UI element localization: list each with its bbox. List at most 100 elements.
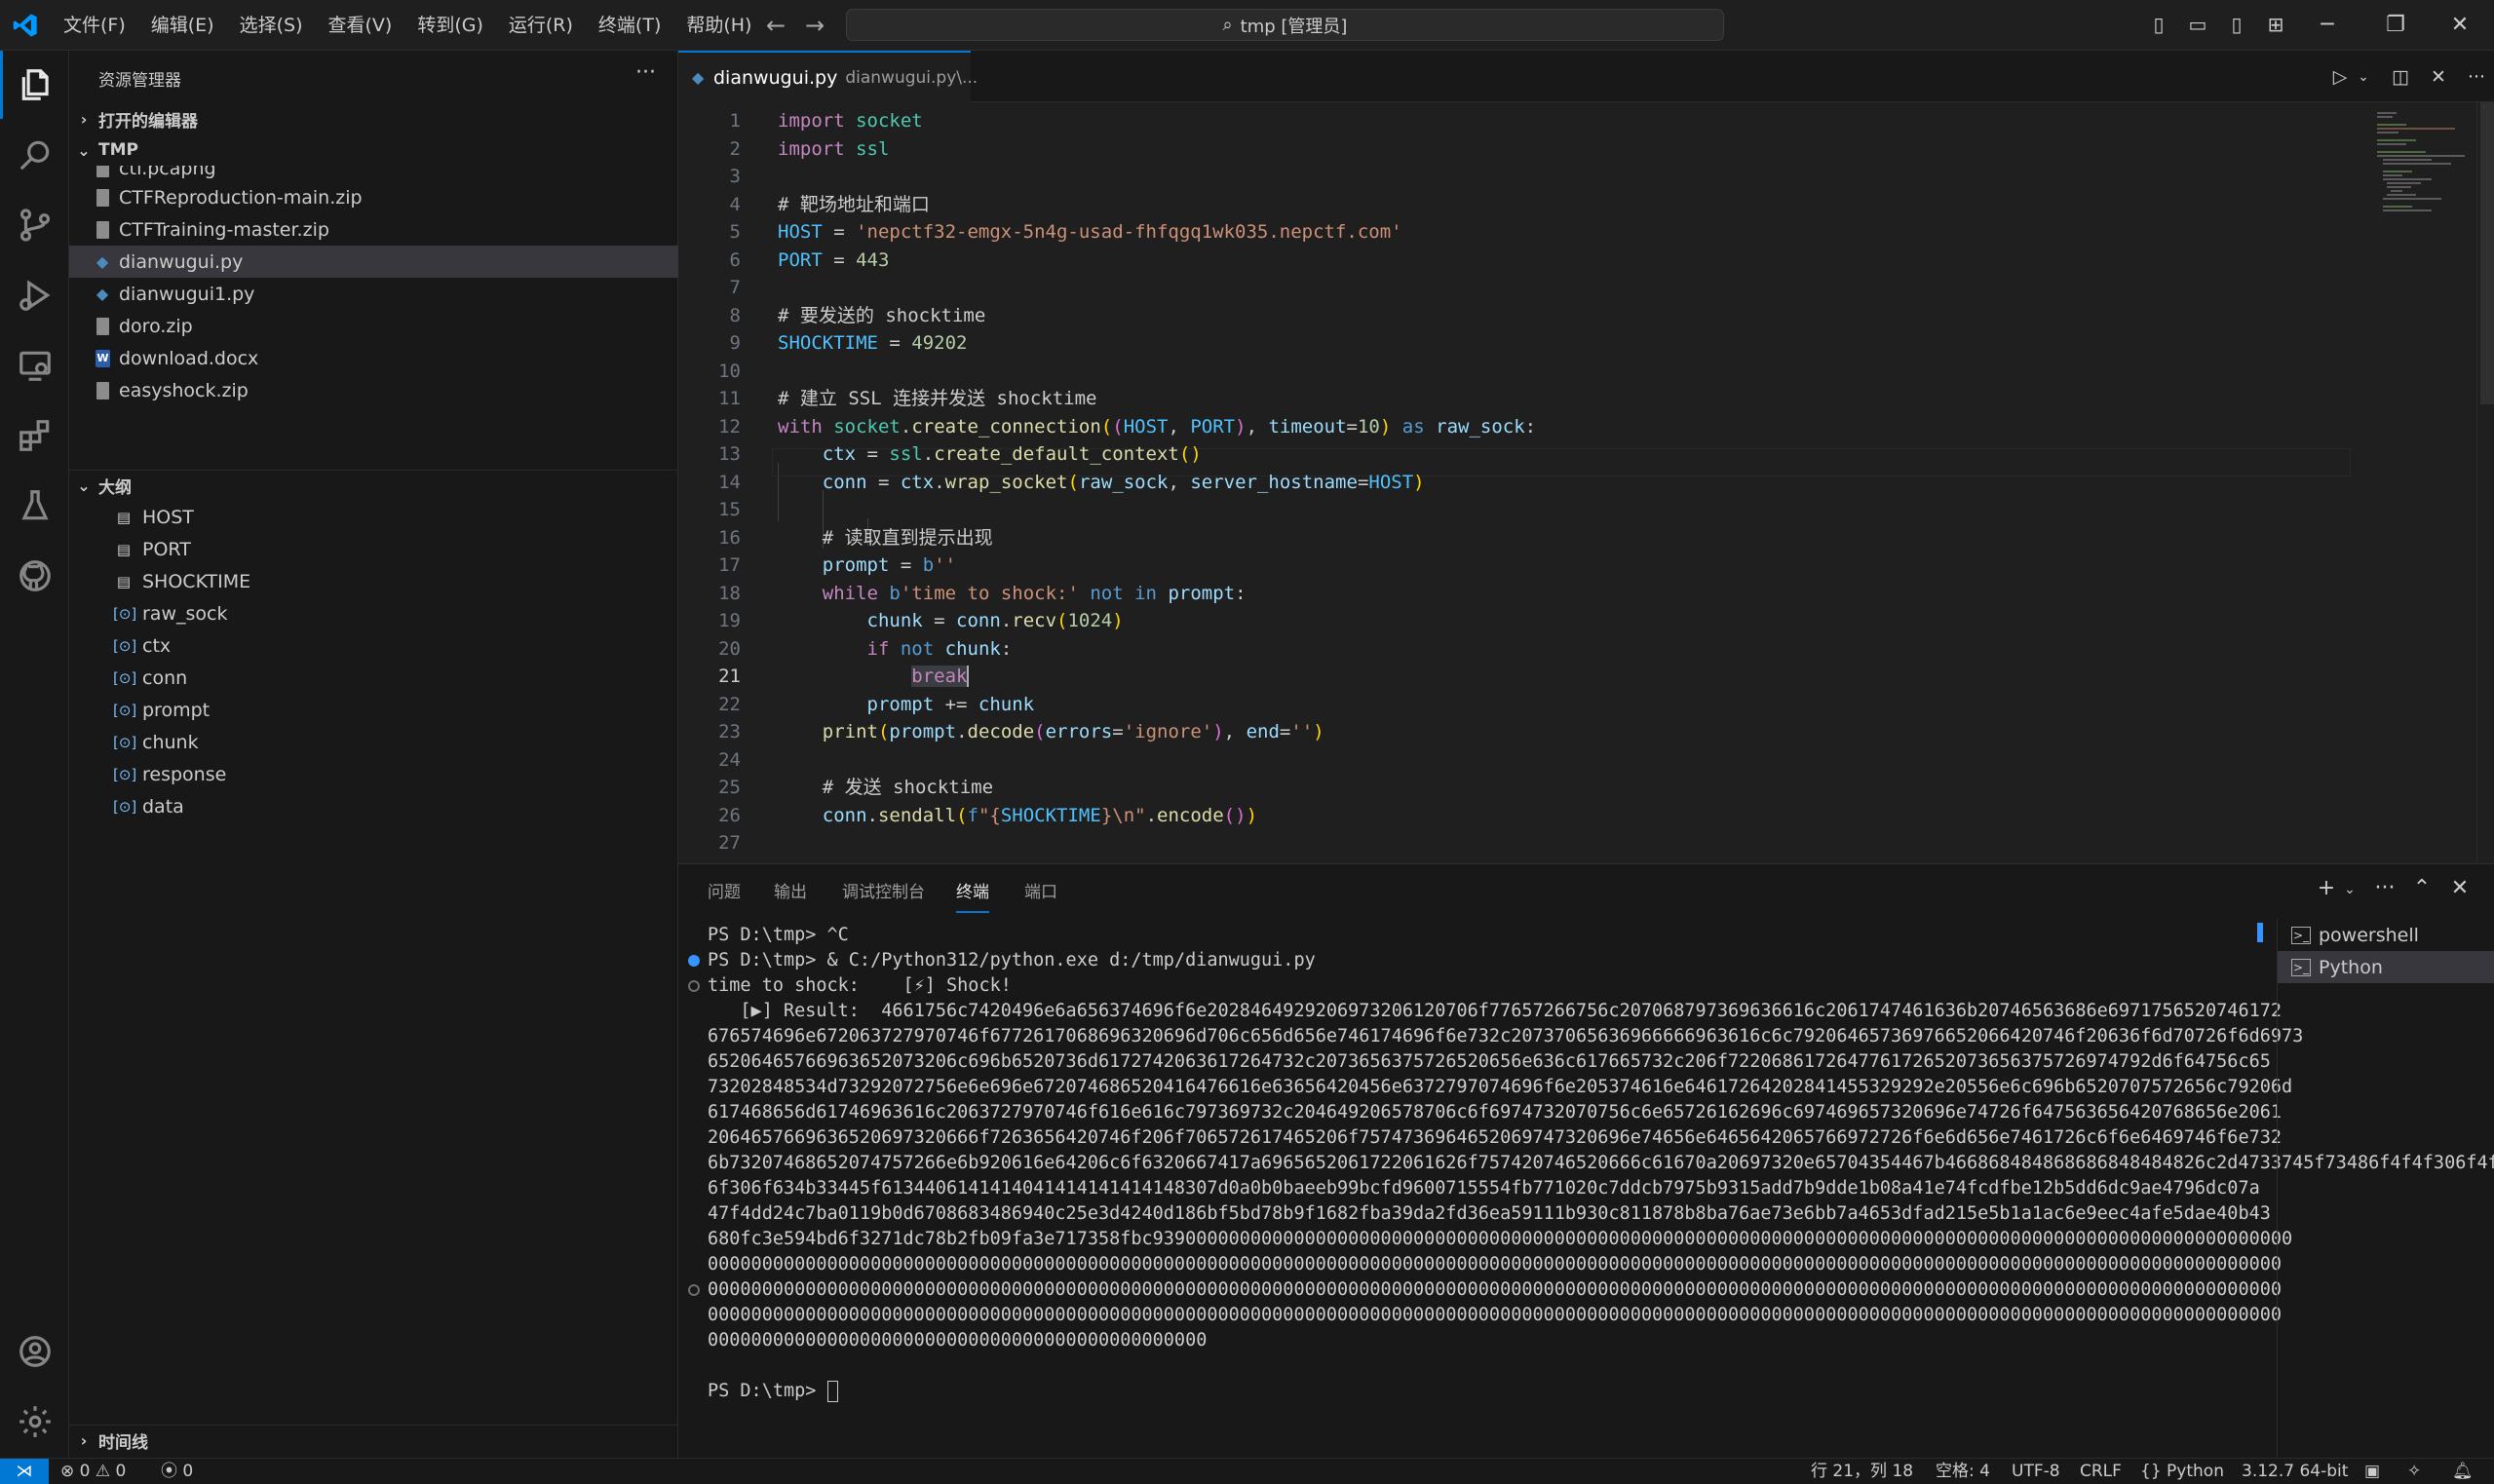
editor-more-actions-icon[interactable]: ··· xyxy=(2462,62,2491,92)
notifications-bell-icon[interactable]: 🔔︎ xyxy=(2452,1459,2474,1484)
toggle-panel-icon[interactable]: ▭ xyxy=(2183,10,2212,39)
ports-status[interactable]: ⦿ 0 xyxy=(161,1459,193,1484)
variable-icon: [⊙] xyxy=(113,733,137,751)
braces-icon: {} xyxy=(2140,1462,2162,1481)
feedback-icon[interactable]: ✧ xyxy=(2407,1459,2421,1484)
explorer-icon[interactable] xyxy=(0,51,69,119)
interpreter-status[interactable]: 3.12.7 64-bit xyxy=(2242,1459,2348,1484)
menu-help[interactable]: 帮助(H) xyxy=(673,0,764,51)
menu-file[interactable]: 文件(F) xyxy=(51,0,138,51)
toggle-primary-sidebar-icon[interactable]: ▯ xyxy=(2144,10,2173,39)
outline-item[interactable]: [⊙] conn xyxy=(69,662,678,694)
minimap[interactable] xyxy=(2377,102,2475,258)
outline-section[interactable]: ⌄ 大纲 xyxy=(69,470,678,501)
back-arrow-icon[interactable]: ← xyxy=(762,12,789,39)
terminal-output[interactable]: PS D:\tmp> ^C PS D:\tmp> & C:/Python312/… xyxy=(678,923,2494,1459)
terminal-cursor xyxy=(826,1381,838,1402)
menu-edit[interactable]: 编辑(E) xyxy=(138,0,227,51)
terminal-dropdown-chevron-icon[interactable]: ⌄ xyxy=(2335,882,2364,897)
close-panel-icon[interactable]: ✕ xyxy=(2445,876,2475,900)
outline-item[interactable]: ▤ SHOCKTIME xyxy=(69,565,678,597)
file-item[interactable]: ◆ dianwugui1.py xyxy=(69,278,678,310)
language-status[interactable]: {} Python xyxy=(2140,1459,2224,1484)
outline-item[interactable]: ▤ HOST xyxy=(69,501,678,533)
panel-more-actions-icon[interactable]: ··· xyxy=(2370,876,2399,900)
eol-status[interactable]: CRLF xyxy=(2080,1459,2122,1484)
file-item-selected[interactable]: ◆ dianwugui.py xyxy=(69,246,678,278)
search-view-icon[interactable] xyxy=(0,121,69,189)
folder-section[interactable]: ⌄ TMP xyxy=(69,134,678,166)
terminal-line: 617468656d61746963616c2063727970746f616e… xyxy=(708,1102,2283,1123)
copilot-icon[interactable]: ▣ xyxy=(2364,1459,2380,1484)
encoding-status[interactable]: UTF-8 xyxy=(2012,1459,2060,1484)
tab-title: dianwugui.py xyxy=(713,66,838,89)
panel-tab-debug-console[interactable]: 调试控制台 xyxy=(842,878,925,913)
outline-item[interactable]: [⊙] ctx xyxy=(69,629,678,662)
code-editor[interactable]: 1 import socket 2 import ssl 3 4 # 靶场地址和端口 … xyxy=(678,102,2494,863)
settings-gear-icon[interactable] xyxy=(0,1388,69,1456)
command-decoration-icon[interactable] xyxy=(688,1284,700,1296)
open-editors-section[interactable]: › 打开的编辑器 xyxy=(69,103,678,134)
outline-item[interactable]: [⊙] chunk xyxy=(69,726,678,758)
python-file-icon: ◆ xyxy=(692,68,705,87)
terminal-line: 2064657669636520697320666f7263656420746f… xyxy=(708,1127,2283,1148)
command-decoration-icon[interactable] xyxy=(688,980,700,992)
maximize-button[interactable]: ❐ xyxy=(2361,0,2430,51)
terminal-item-python[interactable]: >_ Python xyxy=(2278,951,2494,983)
command-success-decoration-icon[interactable] xyxy=(688,955,700,967)
tab-description: dianwugui.py\... xyxy=(845,67,978,88)
outline-item[interactable]: [⊙] response xyxy=(69,758,678,790)
toggle-secondary-sidebar-icon[interactable]: ▯ xyxy=(2222,10,2251,39)
terminal-scrollbar[interactable] xyxy=(2257,923,2263,942)
file-item[interactable]: doro.zip xyxy=(69,310,678,342)
forward-arrow-icon[interactable]: → xyxy=(801,12,828,39)
editor-tab-dianwugui[interactable]: ◆ dianwugui.py dianwugui.py\... xyxy=(678,51,978,102)
file-item[interactable]: CTFReproduction-main.zip xyxy=(69,181,678,213)
menu-view[interactable]: 查看(V) xyxy=(316,0,405,51)
panel-tab-ports[interactable]: 端口 xyxy=(1024,878,1057,913)
indentation-status[interactable]: 空格: 4 xyxy=(1936,1459,1990,1484)
accounts-icon[interactable] xyxy=(0,1317,69,1386)
more-actions-icon[interactable]: ··· xyxy=(635,60,656,85)
cursor-position-status[interactable]: 行 21，列 18 xyxy=(1811,1459,1913,1484)
outline-item[interactable]: ▤ PORT xyxy=(69,533,678,565)
maximize-panel-icon[interactable]: ⌃ xyxy=(2407,876,2436,900)
close-window-button[interactable]: ✕ xyxy=(2426,0,2494,51)
constant-icon: ▤ xyxy=(116,508,132,526)
minimize-button[interactable]: ─ xyxy=(2293,0,2361,51)
variable-icon: [⊙] xyxy=(113,797,137,816)
menu-run[interactable]: 运行(R) xyxy=(496,0,586,51)
panel-tab-terminal[interactable]: 终端 xyxy=(956,878,989,913)
menu-go[interactable]: 转到(G) xyxy=(404,0,496,51)
menu-selection[interactable]: 选择(S) xyxy=(227,0,316,51)
customize-layout-icon[interactable]: ⊞ xyxy=(2261,10,2290,39)
file-item[interactable]: easyshock.zip xyxy=(69,374,678,406)
file-item[interactable]: CTFTraining-master.zip xyxy=(69,213,678,246)
extensions-icon[interactable] xyxy=(0,401,69,470)
outline-item[interactable]: [⊙] prompt xyxy=(69,694,678,726)
testing-icon[interactable] xyxy=(0,472,69,540)
github-icon[interactable] xyxy=(0,542,69,610)
outline-item[interactable]: [⊙] data xyxy=(69,790,678,822)
file-item[interactable]: W download.docx xyxy=(69,342,678,374)
split-editor-icon[interactable]: ◫ xyxy=(2386,62,2415,92)
outline-item[interactable]: [⊙] raw_sock xyxy=(69,597,678,629)
editor-scrollbar[interactable] xyxy=(2476,102,2494,863)
panel-tab-output[interactable]: 输出 xyxy=(774,878,807,913)
code-line: chunk = conn.recv(1024) xyxy=(866,610,1124,631)
terminal-line: 6b73207468652074757266e6b920616e64206c6f… xyxy=(708,1153,2494,1173)
timeline-section[interactable]: › 时间线 xyxy=(69,1425,678,1456)
source-control-icon[interactable] xyxy=(0,191,69,259)
close-editor-icon[interactable]: ✕ xyxy=(2424,62,2453,92)
run-dropdown-chevron-icon[interactable]: ⌄ xyxy=(2349,62,2378,92)
menu-terminal[interactable]: 终端(T) xyxy=(586,0,673,51)
panel-tab-problems[interactable]: 问题 xyxy=(708,878,741,913)
problems-status[interactable]: ⊗ 0 ⚠ 0 xyxy=(60,1459,126,1484)
remote-indicator-icon[interactable]: ⋊ xyxy=(0,1459,49,1484)
run-and-debug-icon[interactable] xyxy=(0,261,69,329)
menu-bar: 文件(F) 编辑(E) 选择(S) 查看(V) 转到(G) 运行(R) 终端(T… xyxy=(51,0,764,51)
remote-explorer-icon[interactable] xyxy=(0,331,69,400)
status-bar: ⋊ ⊗ 0 ⚠ 0 ⦿ 0 行 21，列 18 空格: 4 UTF-8 CRLF… xyxy=(0,1458,2494,1484)
command-center-search[interactable]: ⌕ tmp [管理员] xyxy=(846,9,1724,41)
terminal-item-powershell[interactable]: >_ powershell xyxy=(2278,919,2494,951)
